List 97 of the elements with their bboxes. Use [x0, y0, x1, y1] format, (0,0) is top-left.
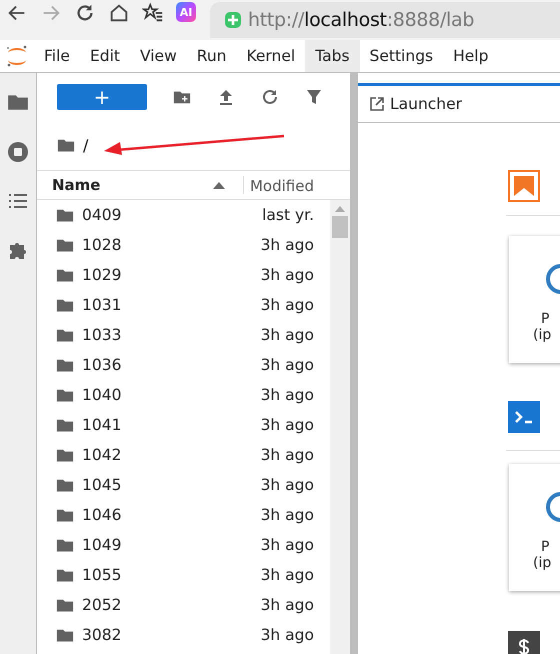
file-name: 0409: [82, 206, 122, 224]
file-name: 1033: [82, 326, 122, 344]
modified-time: 3h ago: [260, 476, 315, 494]
file-name: 1042: [82, 446, 122, 464]
folder-icon: [56, 388, 74, 402]
file-row[interactable]: 1033 3h ago: [37, 320, 330, 350]
folder-icon: [56, 238, 74, 252]
folder-icon: [57, 138, 75, 153]
file-row[interactable]: 1046 3h ago: [37, 500, 330, 530]
file-name: 1029: [82, 266, 122, 284]
file-row[interactable]: 1031 3h ago: [37, 290, 330, 320]
modified-time: 3h ago: [260, 416, 315, 434]
file-name: 1046: [82, 506, 122, 524]
file-row[interactable]: 0409 last yr.: [37, 200, 330, 230]
modified-time: 3h ago: [260, 626, 315, 644]
file-row[interactable]: 1049 3h ago: [37, 530, 330, 560]
folder-icon: [56, 418, 74, 432]
file-name: 1049: [82, 536, 122, 554]
launcher-tab[interactable]: Launcher: [358, 83, 560, 123]
menu-item[interactable]: Edit: [80, 40, 130, 72]
card-subtitle: (ip: [532, 555, 552, 571]
file-name: 1040: [82, 386, 122, 404]
file-row[interactable]: 1041 3h ago: [37, 410, 330, 440]
menu-item[interactable]: Help: [443, 40, 498, 72]
scrollbar[interactable]: [330, 200, 350, 654]
file-row[interactable]: 1045 3h ago: [37, 470, 330, 500]
file-row[interactable]: 1029 3h ago: [37, 260, 330, 290]
modified-time: 3h ago: [260, 446, 315, 464]
modified-time: 3h ago: [260, 536, 315, 554]
folder-icon[interactable]: [7, 93, 29, 111]
file-name: 1045: [82, 476, 122, 494]
modified-column-header[interactable]: Modified: [244, 176, 350, 194]
favorites-icon[interactable]: [142, 2, 164, 24]
folder-icon: [56, 208, 74, 222]
menu-item[interactable]: Tabs: [305, 40, 360, 72]
new-launcher-button[interactable]: +: [57, 84, 147, 110]
modified-time: last yr.: [262, 206, 315, 224]
file-row[interactable]: 2052 3h ago: [37, 590, 330, 620]
home-icon[interactable]: [108, 2, 130, 24]
url-text: http://localhost:8888/lab: [248, 9, 474, 31]
folder-icon: [56, 628, 74, 642]
card-subtitle: (ip: [532, 327, 552, 343]
upload-icon[interactable]: [217, 88, 235, 106]
folder-icon: [56, 298, 74, 312]
modified-time: 3h ago: [260, 386, 315, 404]
file-row[interactable]: 1036 3h ago: [37, 350, 330, 380]
stop-icon[interactable]: [7, 141, 29, 163]
folder-icon: [56, 328, 74, 342]
file-name: 2052: [82, 596, 122, 614]
menu-item[interactable]: Run: [186, 40, 236, 72]
folder-icon: [56, 478, 74, 492]
filter-icon[interactable]: [305, 88, 323, 106]
menu-item[interactable]: Settings: [360, 40, 444, 72]
file-row[interactable]: 1028 3h ago: [37, 230, 330, 260]
folder-icon: [56, 598, 74, 612]
bookmark-icon: [508, 170, 540, 202]
modified-time: 3h ago: [260, 596, 315, 614]
modified-time: 3h ago: [260, 356, 315, 374]
modified-time: 3h ago: [260, 566, 315, 584]
card-title: P: [540, 539, 550, 555]
file-row[interactable]: 1040 3h ago: [37, 380, 330, 410]
file-row[interactable]: 3082 3h ago: [37, 620, 330, 650]
folder-icon: [56, 538, 74, 552]
file-row[interactable]: 1055 3h ago: [37, 560, 330, 590]
refresh-icon[interactable]: [261, 88, 279, 106]
folder-icon: [56, 268, 74, 282]
address-bar[interactable]: http://localhost:8888/lab: [210, 2, 560, 38]
terminal-icon: [508, 401, 540, 433]
modified-time: 3h ago: [260, 296, 315, 314]
file-name: 3082: [82, 626, 122, 644]
menu-item[interactable]: View: [130, 40, 187, 72]
modified-time: 3h ago: [260, 326, 315, 344]
file-name: 1031: [82, 296, 122, 314]
file-name: 1055: [82, 566, 122, 584]
scrollbar-thumb[interactable]: [332, 216, 348, 238]
modified-time: 3h ago: [260, 266, 315, 284]
launcher-card[interactable]: P (ip: [509, 236, 560, 363]
ai-extension-icon[interactable]: AI: [176, 2, 196, 22]
folder-icon: [56, 568, 74, 582]
modified-time: 3h ago: [260, 236, 315, 254]
name-column-header[interactable]: Name: [37, 176, 244, 194]
breadcrumb[interactable]: /: [83, 136, 88, 155]
file-name: 1028: [82, 236, 122, 254]
folder-icon: [56, 448, 74, 462]
file-name: 1036: [82, 356, 122, 374]
folder-icon: [56, 358, 74, 372]
list-icon[interactable]: [8, 193, 28, 209]
folder-icon: [56, 508, 74, 522]
file-name: 1041: [82, 416, 122, 434]
sort-ascending-icon: [213, 182, 225, 188]
menu-item[interactable]: Kernel: [236, 40, 306, 72]
file-row[interactable]: 1042 3h ago: [37, 440, 330, 470]
modified-time: 3h ago: [260, 506, 315, 524]
launch-icon: [370, 97, 384, 111]
menu-item[interactable]: File: [34, 40, 80, 72]
launcher-card[interactable]: P (ip: [509, 464, 560, 591]
card-title: P: [540, 311, 550, 327]
